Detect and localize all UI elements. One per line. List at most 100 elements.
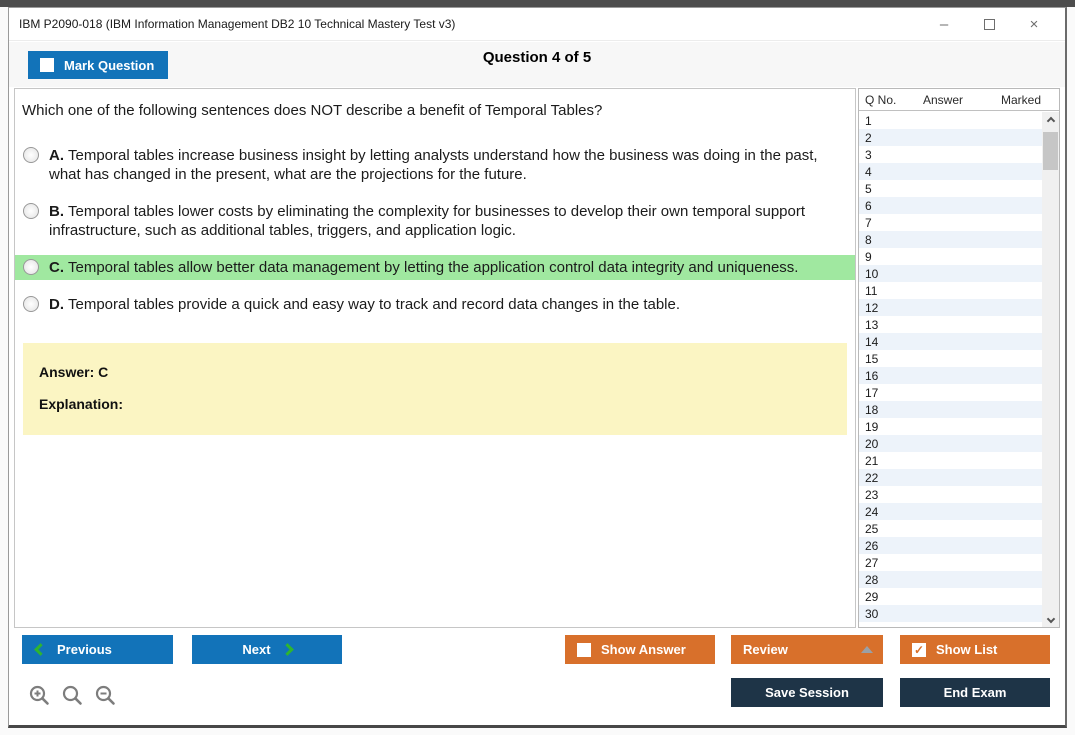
row-qno: 11 bbox=[865, 284, 923, 298]
scroll-up-icon[interactable] bbox=[1042, 112, 1059, 129]
answer-label: Answer: C bbox=[39, 364, 831, 380]
show-answer-checkbox[interactable] bbox=[577, 643, 591, 657]
question-row-14[interactable]: 14 bbox=[859, 333, 1042, 350]
question-row-30[interactable]: 30 bbox=[859, 605, 1042, 622]
option-radio-d[interactable] bbox=[23, 296, 39, 312]
question-row-25[interactable]: 25 bbox=[859, 520, 1042, 537]
row-qno: 30 bbox=[865, 607, 923, 621]
next-button[interactable]: Next bbox=[192, 635, 342, 664]
app-window: IBM P2090-018 (IBM Information Managemen… bbox=[8, 7, 1067, 728]
row-qno: 19 bbox=[865, 420, 923, 434]
question-text: Which one of the following sentences doe… bbox=[22, 102, 845, 119]
row-qno: 10 bbox=[865, 267, 923, 281]
row-qno: 26 bbox=[865, 539, 923, 553]
close-icon[interactable]: × bbox=[1019, 12, 1049, 36]
question-row-16[interactable]: 16 bbox=[859, 367, 1042, 384]
question-row-9[interactable]: 9 bbox=[859, 248, 1042, 265]
row-qno: 22 bbox=[865, 471, 923, 485]
question-row-7[interactable]: 7 bbox=[859, 214, 1042, 231]
show-answer-button[interactable]: Show Answer bbox=[565, 635, 715, 664]
question-row-4[interactable]: 4 bbox=[859, 163, 1042, 180]
option-text: C.Temporal tables allow better data mana… bbox=[49, 258, 798, 277]
explanation-label: Explanation: bbox=[39, 396, 831, 412]
question-row-1[interactable]: 1 bbox=[859, 112, 1042, 129]
minimize-icon[interactable]: – bbox=[929, 12, 959, 36]
row-qno: 20 bbox=[865, 437, 923, 451]
row-qno: 8 bbox=[865, 233, 923, 247]
answer-box: Answer: C Explanation: bbox=[23, 343, 847, 435]
end-exam-label: End Exam bbox=[944, 685, 1007, 700]
question-row-11[interactable]: 11 bbox=[859, 282, 1042, 299]
option-radio-a[interactable] bbox=[23, 147, 39, 163]
show-list-checkbox[interactable]: ✓ bbox=[912, 643, 926, 657]
chevron-left-icon bbox=[34, 643, 47, 656]
check-icon: ✓ bbox=[914, 644, 924, 656]
option-text: D.Temporal tables provide a quick and ea… bbox=[49, 295, 680, 314]
header-strip: Mark Question Question 4 of 5 bbox=[9, 42, 1065, 87]
row-qno: 6 bbox=[865, 199, 923, 213]
answer-option-b[interactable]: B.Temporal tables lower costs by elimina… bbox=[15, 199, 855, 243]
scroll-down-icon[interactable] bbox=[1042, 610, 1059, 627]
zoom-in-icon[interactable] bbox=[28, 684, 52, 708]
sidebar-scrollbar[interactable] bbox=[1042, 112, 1059, 627]
save-session-button[interactable]: Save Session bbox=[731, 678, 883, 707]
column-answer: Answer bbox=[923, 93, 1001, 107]
question-row-27[interactable]: 27 bbox=[859, 554, 1042, 571]
row-qno: 7 bbox=[865, 216, 923, 230]
row-qno: 29 bbox=[865, 590, 923, 604]
question-row-5[interactable]: 5 bbox=[859, 180, 1042, 197]
question-row-10[interactable]: 10 bbox=[859, 265, 1042, 282]
option-letter: C. bbox=[49, 259, 64, 276]
question-row-13[interactable]: 13 bbox=[859, 316, 1042, 333]
answer-option-d[interactable]: D.Temporal tables provide a quick and ea… bbox=[15, 292, 855, 317]
question-row-22[interactable]: 22 bbox=[859, 469, 1042, 486]
zoom-tools bbox=[28, 684, 118, 708]
question-row-20[interactable]: 20 bbox=[859, 435, 1042, 452]
maximize-icon[interactable] bbox=[974, 12, 1004, 36]
row-qno: 17 bbox=[865, 386, 923, 400]
question-row-6[interactable]: 6 bbox=[859, 197, 1042, 214]
review-dropdown-button[interactable]: Review bbox=[731, 635, 883, 664]
question-row-28[interactable]: 28 bbox=[859, 571, 1042, 588]
row-qno: 2 bbox=[865, 131, 923, 145]
row-qno: 28 bbox=[865, 573, 923, 587]
question-list-body: 1234567891011121314151617181920212223242… bbox=[859, 112, 1059, 627]
question-row-29[interactable]: 29 bbox=[859, 588, 1042, 605]
show-list-button[interactable]: ✓ Show List bbox=[900, 635, 1050, 664]
chevron-right-icon bbox=[281, 643, 294, 656]
question-row-12[interactable]: 12 bbox=[859, 299, 1042, 316]
scroll-thumb[interactable] bbox=[1043, 132, 1058, 170]
option-radio-c[interactable] bbox=[23, 259, 39, 275]
question-row-24[interactable]: 24 bbox=[859, 503, 1042, 520]
question-row-19[interactable]: 19 bbox=[859, 418, 1042, 435]
previous-button[interactable]: Previous bbox=[22, 635, 173, 664]
question-row-18[interactable]: 18 bbox=[859, 401, 1042, 418]
zoom-out-icon[interactable] bbox=[94, 684, 118, 708]
option-letter: B. bbox=[49, 203, 64, 220]
option-letter: A. bbox=[49, 147, 64, 164]
option-radio-b[interactable] bbox=[23, 203, 39, 219]
end-exam-button[interactable]: End Exam bbox=[900, 678, 1050, 707]
question-row-21[interactable]: 21 bbox=[859, 452, 1042, 469]
question-row-26[interactable]: 26 bbox=[859, 537, 1042, 554]
zoom-reset-icon[interactable] bbox=[61, 684, 85, 708]
answer-option-a[interactable]: A.Temporal tables increase business insi… bbox=[15, 143, 855, 187]
question-row-23[interactable]: 23 bbox=[859, 486, 1042, 503]
answer-option-c[interactable]: C.Temporal tables allow better data mana… bbox=[15, 255, 855, 280]
option-text: B.Temporal tables lower costs by elimina… bbox=[49, 202, 845, 240]
column-qno: Q No. bbox=[865, 93, 923, 107]
question-row-2[interactable]: 2 bbox=[859, 129, 1042, 146]
show-list-label: Show List bbox=[936, 642, 997, 657]
row-qno: 14 bbox=[865, 335, 923, 349]
question-list-header: Q No. Answer Marked bbox=[859, 89, 1059, 111]
row-qno: 9 bbox=[865, 250, 923, 264]
review-label: Review bbox=[743, 642, 788, 657]
question-row-3[interactable]: 3 bbox=[859, 146, 1042, 163]
save-session-label: Save Session bbox=[765, 685, 849, 700]
question-row-8[interactable]: 8 bbox=[859, 231, 1042, 248]
window-controls: – × bbox=[914, 12, 1065, 36]
row-qno: 5 bbox=[865, 182, 923, 196]
question-row-17[interactable]: 17 bbox=[859, 384, 1042, 401]
question-row-15[interactable]: 15 bbox=[859, 350, 1042, 367]
show-answer-label: Show Answer bbox=[601, 642, 686, 657]
